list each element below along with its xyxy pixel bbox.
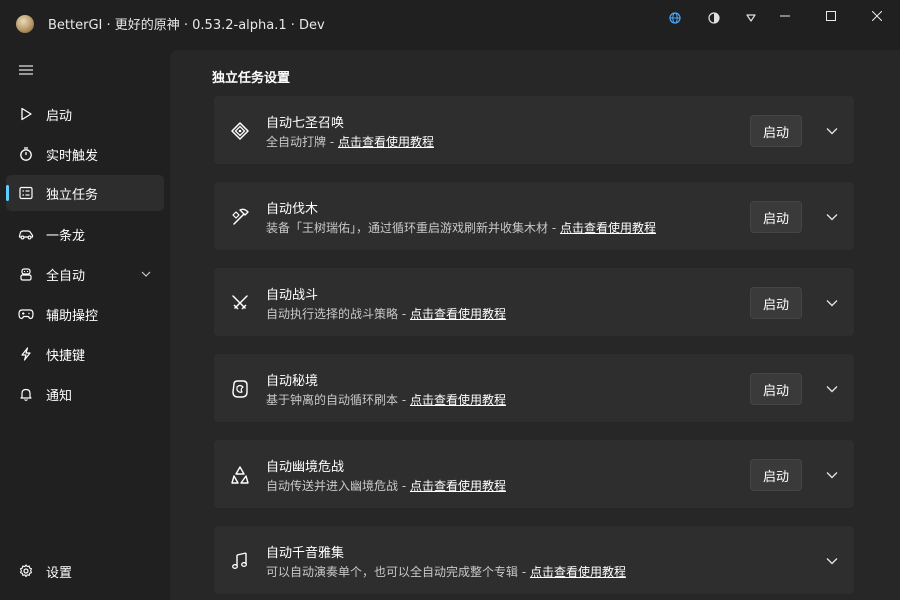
task-card-auto-fight[interactable]: 自动战斗 自动执行选择的战斗策略 - 点击查看使用教程 启动 <box>213 267 855 337</box>
page-title: 独立任务设置 <box>212 71 291 86</box>
task-description: 可以自动演奏单个，也可以全自动完成整个专辑 - 点击查看使用教程 <box>266 565 626 579</box>
sidebar-item-realtime-trigger[interactable]: 实时触发 <box>6 136 164 172</box>
gamepad-icon <box>18 306 34 322</box>
app-title: BetterGI · 更好的原神 · 0.53.2-alpha.1 · Dev <box>48 18 325 33</box>
sidebar-item-label: 一条龙 <box>46 229 86 244</box>
chevron-down-icon[interactable] <box>822 551 842 571</box>
title-bar: BetterGI · 更好的原神 · 0.53.2-alpha.1 · Dev <box>0 0 900 46</box>
gear-icon <box>18 563 34 579</box>
theme-icon[interactable] <box>696 7 732 29</box>
sidebar-item-label: 全自动 <box>46 269 86 284</box>
flash-icon <box>18 346 34 362</box>
tutorial-link[interactable]: 点击查看使用教程 <box>410 393 506 407</box>
swords-icon <box>230 293 250 313</box>
play-icon <box>18 106 34 122</box>
start-button[interactable]: 启动 <box>750 115 802 147</box>
task-title: 自动七圣召唤 <box>266 116 345 131</box>
maximize-icon[interactable] <box>808 0 854 32</box>
start-button[interactable]: 启动 <box>750 201 802 233</box>
tutorial-link[interactable]: 点击查看使用教程 <box>410 307 506 321</box>
chevron-down-icon[interactable] <box>822 379 842 399</box>
close-icon[interactable] <box>854 0 900 32</box>
sidebar-item-label: 实时触发 <box>46 149 99 164</box>
sidebar-item-hotkeys[interactable]: 快捷键 <box>6 336 164 372</box>
tutorial-link[interactable]: 点击查看使用教程 <box>410 479 506 493</box>
sidebar-item-label: 快捷键 <box>46 349 86 364</box>
task-description: 装备「王树瑞佑」，通过循环重启游戏刷新并收集木材 - 点击查看使用教程 <box>266 221 656 235</box>
task-description: 全自动打牌 - 点击查看使用教程 <box>266 135 434 149</box>
sidebar-item-settings[interactable]: 设置 <box>6 553 164 589</box>
chevron-down-icon[interactable] <box>822 293 842 313</box>
globe-icon[interactable] <box>657 7 693 29</box>
main-content: 独立任务设置 自动七圣召唤 全自动打牌 - 点击查看使用教程 启动 自动伐木 装… <box>170 50 900 600</box>
sidebar-item-start[interactable]: 启动 <box>6 96 164 132</box>
chevron-down-icon[interactable] <box>822 121 842 141</box>
sidebar-item-assist-control[interactable]: 辅助操控 <box>6 296 164 332</box>
sidebar-item-notifications[interactable]: 通知 <box>6 376 164 412</box>
card-game-icon <box>230 121 250 141</box>
sidebar-item-one-dragon[interactable]: 一条龙 <box>6 216 164 252</box>
task-title: 自动幽境危战 <box>266 460 345 475</box>
tutorial-link[interactable]: 点击查看使用教程 <box>338 135 434 149</box>
tutorial-link[interactable]: 点击查看使用教程 <box>530 565 626 579</box>
bell-icon <box>18 386 34 402</box>
music-icon <box>230 551 250 571</box>
start-button[interactable]: 启动 <box>750 373 802 405</box>
task-card-tcg[interactable]: 自动七圣召唤 全自动打牌 - 点击查看使用教程 启动 <box>213 95 855 165</box>
task-title: 自动秘境 <box>266 374 319 389</box>
start-button[interactable]: 启动 <box>750 287 802 319</box>
sidebar-item-label: 辅助操控 <box>46 309 99 324</box>
recycle-icon <box>230 465 250 485</box>
task-title: 自动战斗 <box>266 288 319 303</box>
task-card-auto-domain[interactable]: 自动秘境 基于钟离的自动循环刷本 - 点击查看使用教程 启动 <box>213 353 855 423</box>
task-description: 自动传送并进入幽境危战 - 点击查看使用教程 <box>266 479 506 493</box>
sidebar-item-label: 设置 <box>46 566 73 581</box>
task-description: 基于钟离的自动循环刷本 - 点击查看使用教程 <box>266 393 506 407</box>
task-card-auto-wood[interactable]: 自动伐木 装备「王树瑞佑」，通过循环重启游戏刷新并收集木材 - 点击查看使用教程… <box>213 181 855 251</box>
sidebar: 启动 实时触发 独立任务 一条龙 全自动 辅助操控 快捷键 通知 设置 <box>0 46 170 600</box>
active-indicator <box>6 185 9 201</box>
robot-icon <box>18 266 34 282</box>
timer-icon <box>18 146 34 162</box>
car-icon <box>18 226 34 242</box>
sidebar-item-label: 独立任务 <box>46 188 99 203</box>
sidebar-item-label: 启动 <box>46 109 73 124</box>
task-description: 自动执行选择的战斗策略 - 点击查看使用教程 <box>266 307 506 321</box>
start-button[interactable]: 启动 <box>750 459 802 491</box>
minimize-icon[interactable] <box>762 0 808 32</box>
task-title: 自动千音雅集 <box>266 546 345 561</box>
sidebar-item-full-auto[interactable]: 全自动 <box>6 256 164 292</box>
app-icon <box>16 15 34 33</box>
chevron-down-icon <box>140 268 152 280</box>
sidebar-item-independent-tasks[interactable]: 独立任务 <box>6 175 164 211</box>
domain-icon <box>230 379 250 399</box>
chevron-down-icon[interactable] <box>822 207 842 227</box>
tutorial-link[interactable]: 点击查看使用教程 <box>560 221 656 235</box>
task-title: 自动伐木 <box>266 202 319 217</box>
chevron-down-icon[interactable] <box>822 465 842 485</box>
task-list-icon <box>18 185 34 201</box>
hamburger-menu-icon[interactable] <box>14 60 38 80</box>
task-card-auto-music[interactable]: 自动千音雅集 可以自动演奏单个，也可以全自动完成整个专辑 - 点击查看使用教程 <box>213 525 855 595</box>
sidebar-item-label: 通知 <box>46 389 73 404</box>
axe-icon <box>230 207 250 227</box>
task-card-auto-stygian[interactable]: 自动幽境危战 自动传送并进入幽境危战 - 点击查看使用教程 启动 <box>213 439 855 509</box>
